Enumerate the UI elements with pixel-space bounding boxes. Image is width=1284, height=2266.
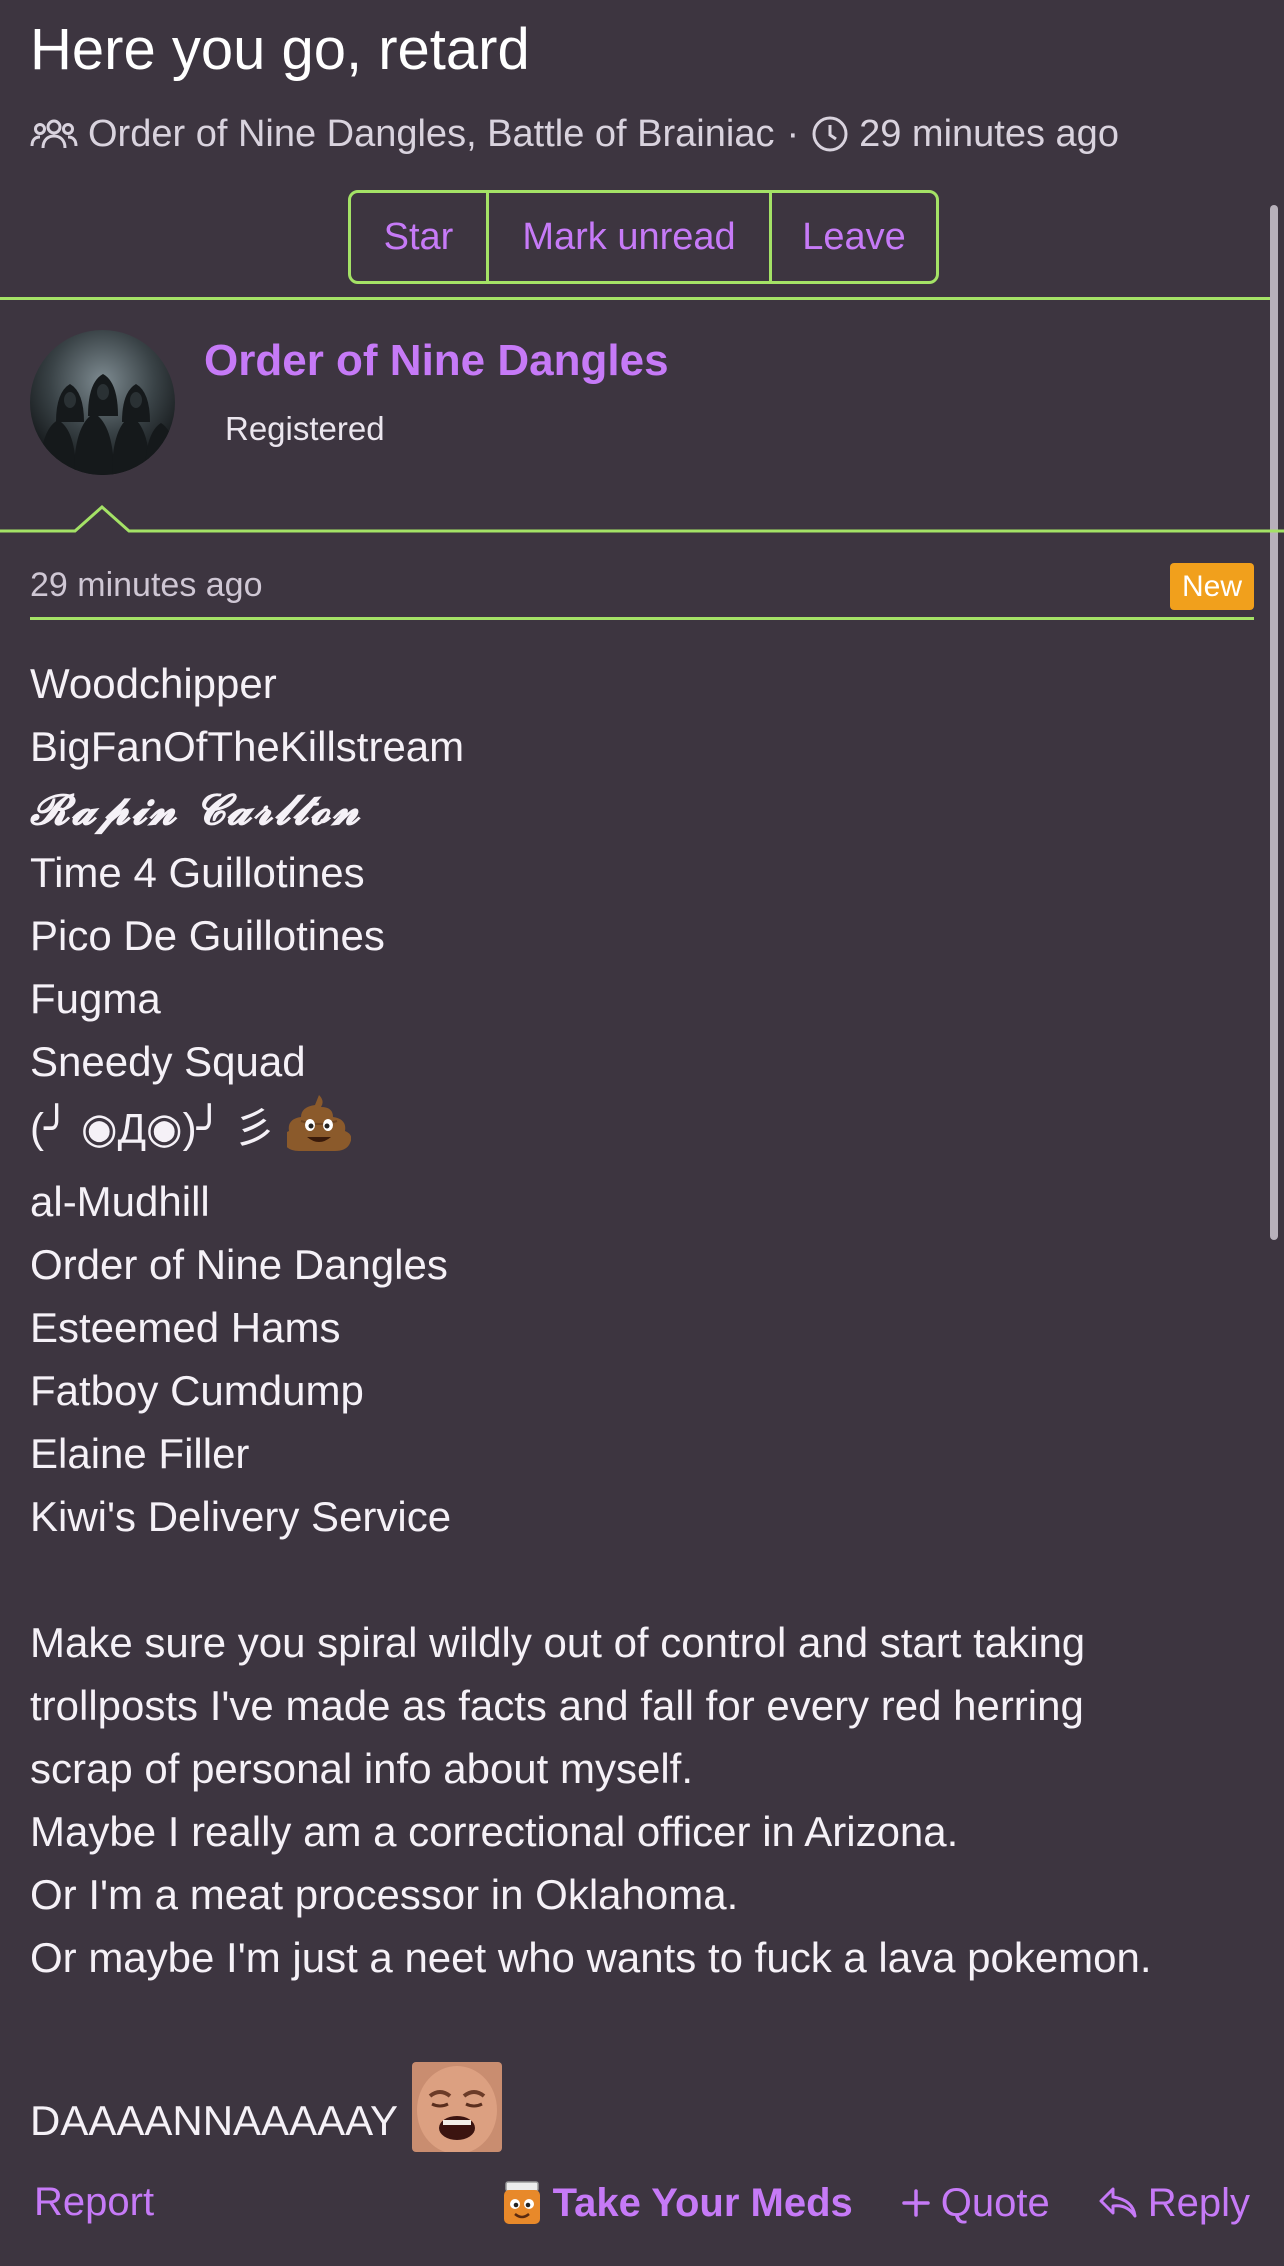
closing-text: DAAAANNAAAAAY: [30, 2097, 399, 2144]
post-body: Woodchipper BigFanOfTheKillstream 𝓡𝓪𝓹𝓲𝓷 …: [30, 652, 1270, 2152]
take-your-meds-label: Take Your Meds: [552, 2180, 853, 2225]
post-time[interactable]: 29 minutes ago: [30, 566, 263, 605]
list-item: Fatboy Cumdump: [30, 1367, 364, 1414]
meta-separator: ·: [786, 113, 800, 155]
thread-participants[interactable]: Order of Nine Dangles, Battle of Brainia…: [88, 110, 774, 158]
list-item: Time 4 Guillotines: [30, 849, 365, 896]
list-item: 𝓡𝓪𝓹𝓲𝓷 𝓒𝓪𝓻𝓵𝓽𝓸𝓷: [30, 785, 362, 834]
list-item: BigFanOfTheKillstream: [30, 723, 465, 770]
star-button[interactable]: Star: [351, 193, 486, 281]
take-your-meds-button[interactable]: Take Your Meds: [501, 2180, 853, 2226]
thread-meta: Order of Nine Dangles, Battle of Brainia…: [30, 110, 1119, 158]
paragraph-line: Or maybe I'm just a neet who wants to fu…: [30, 1934, 1152, 1981]
crying-face-image: [412, 2062, 503, 2152]
reply-button[interactable]: Reply: [1098, 2181, 1250, 2226]
list-item: Sneedy Squad: [30, 1038, 306, 1085]
quote-label: Quote: [940, 2180, 1050, 2225]
list-item: Woodchipper: [30, 660, 277, 707]
thread-action-group: Star Mark unread Leave: [348, 190, 939, 284]
author-role: Registered: [225, 410, 385, 447]
divider: [0, 297, 1270, 300]
list-item: Esteemed Hams: [30, 1304, 341, 1351]
author-avatar[interactable]: [30, 330, 175, 475]
pill-bottle-icon: [501, 2180, 553, 2226]
poop-emoji: [283, 1093, 352, 1170]
list-item: Order of Nine Dangles: [30, 1241, 448, 1288]
paragraph-line: scrap of personal info about myself.: [30, 1745, 694, 1792]
clock-icon: [811, 115, 849, 153]
new-badge: New: [1169, 563, 1254, 610]
quote-button[interactable]: Quote: [901, 2181, 1050, 2226]
list-item: al-Mudhill: [30, 1178, 210, 1225]
paragraph-line: Make sure you spiral wildly out of contr…: [30, 1619, 1086, 1666]
thread-title: Here you go, retard: [30, 17, 530, 82]
users-icon: [30, 116, 78, 152]
reply-arrow-icon: [1098, 2186, 1148, 2220]
paragraph-line: trollposts I've made as facts and fall f…: [30, 1682, 1084, 1729]
paragraph-line: Maybe I really am a correctional officer…: [30, 1808, 959, 1855]
thread-time: 29 minutes ago: [859, 113, 1119, 155]
post-actions: Take Your Meds Quote Reply: [501, 2180, 1250, 2226]
list-item: Kiwi's Delivery Service: [30, 1493, 452, 1540]
list-item: (╯ ◉Д◉)╯ 彡: [30, 1093, 1270, 1170]
list-item: Elaine Filler: [30, 1430, 250, 1477]
paragraph-line: Or I'm a meat processor in Oklahoma.: [30, 1871, 739, 1918]
conversation-page: Here you go, retard Order of Nine Dangle…: [0, 0, 1284, 2266]
divider: [30, 617, 1254, 620]
leave-button[interactable]: Leave: [769, 193, 936, 281]
list-item: Fugma: [30, 975, 161, 1022]
list-item: Pico De Guillotines: [30, 912, 385, 959]
kaomoji-text: (╯ ◉Д◉)╯ 彡: [30, 1104, 276, 1152]
report-link[interactable]: Report: [34, 2180, 154, 2225]
author-name[interactable]: Order of Nine Dangles: [204, 336, 669, 386]
scrollbar[interactable]: [1270, 205, 1278, 1240]
author-caret-divider: [0, 504, 1284, 533]
plus-icon: [901, 2188, 941, 2218]
closing-line: DAAAANNAAAAAY: [30, 2062, 1270, 2152]
reply-label: Reply: [1147, 2180, 1250, 2225]
mark-unread-button[interactable]: Mark unread: [486, 193, 769, 281]
